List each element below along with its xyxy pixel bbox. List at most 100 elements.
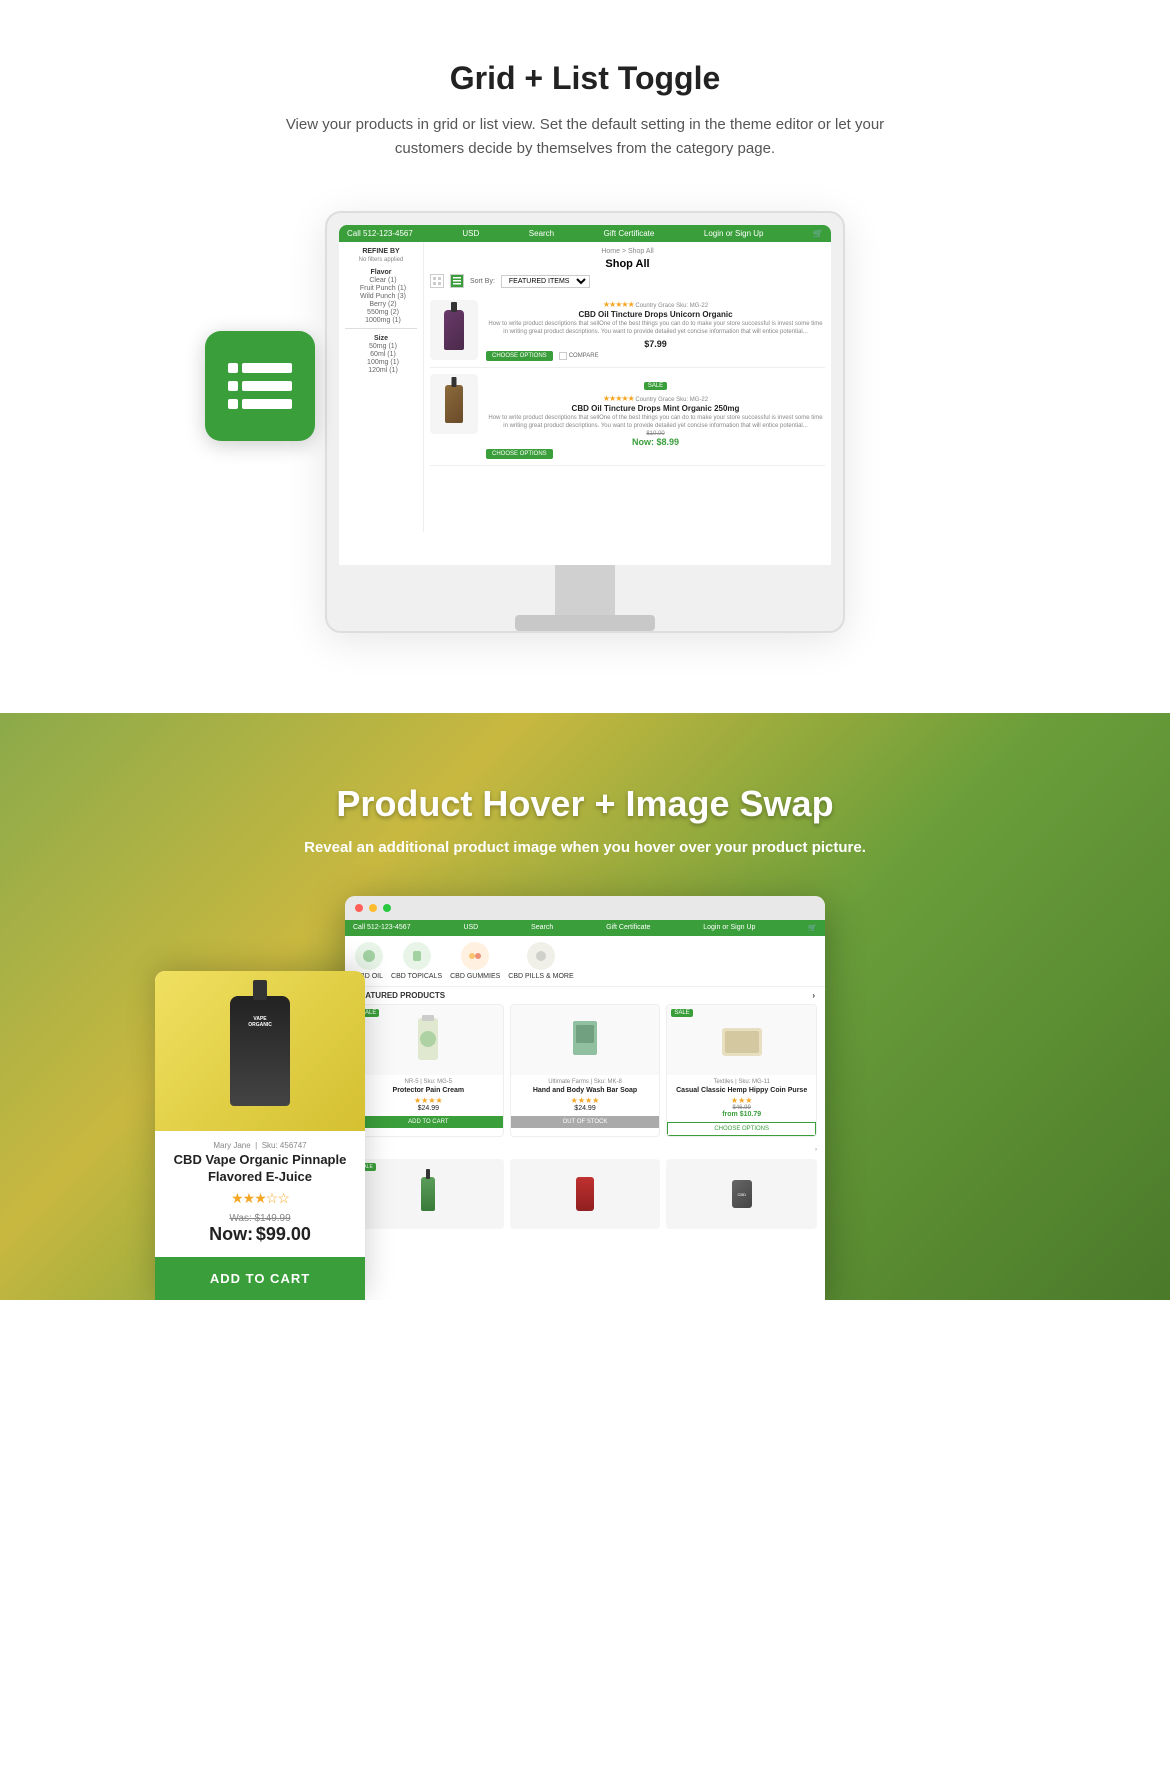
filter-item[interactable]: 50mg (1) (345, 343, 417, 350)
overlay-sku: Sku: 456747 (262, 1141, 307, 1150)
list-dot (228, 381, 238, 391)
grid-view-button[interactable] (430, 274, 444, 288)
sku: Sku: MG-22 (676, 397, 708, 403)
cat-icon-gummies (461, 942, 489, 970)
sku: Sku: MG-22 (676, 303, 708, 309)
product-price: $7.99 (486, 339, 825, 349)
product-meta: ★★★★★ Country Grace Sku: MG-22 (486, 394, 825, 403)
product-image (430, 374, 478, 434)
s2-login: Login or Sign Up (703, 924, 755, 932)
sort-select[interactable]: FEATURED ITEMS (501, 275, 590, 288)
s2-search: Search (531, 924, 553, 932)
list-row-3 (228, 399, 292, 409)
overlay-meta: Mary Jane | Sku: 456747 (167, 1141, 353, 1150)
list-view-button[interactable] (450, 274, 464, 288)
filter-item[interactable]: 60ml (1) (345, 351, 417, 358)
browser-dot-maximize (383, 904, 391, 912)
store-toolbar: Sort By: FEATURED ITEMS (430, 274, 825, 288)
monitor-stand-neck (555, 565, 615, 615)
list-dot (228, 363, 238, 373)
product-list-item: SALE ★★★★★ Country Grace Sku: MG-22 CBD … (430, 368, 825, 466)
bottle-illustration (444, 310, 464, 350)
browser-mockup: Call 512-123-4567 USD Search Gift Certif… (345, 896, 825, 1300)
vape-label: VAPEORGANIC (248, 1016, 272, 1028)
s2-cart-icon[interactable]: 🛒 (808, 924, 817, 932)
cart-icon[interactable]: 🛒 (813, 229, 823, 238)
filter-item[interactable]: Fruit Punch (1) (345, 285, 417, 292)
s2-product-card: Ultimate Farms | Sku: MK-8 Hand and Body… (510, 1004, 661, 1137)
shop-all-title: Shop All (430, 258, 825, 270)
product-description: How to write product descriptions that s… (486, 320, 825, 337)
monitor-wrapper: Call 512-123-4567 USD Search Gift Certif… (20, 211, 1150, 633)
browser-dot-minimize (369, 904, 377, 912)
list-toggle-badge (205, 331, 315, 441)
product-image-1: SALE (354, 1005, 503, 1075)
out-of-stock-btn: OUT OF STOCK (511, 1116, 660, 1128)
list-row-1 (228, 363, 292, 373)
add-to-cart-btn-1[interactable]: ADD TO CART (354, 1116, 503, 1128)
s2-bottom-row: SALE CBD (345, 1159, 825, 1229)
sort-label: Sort By: (470, 278, 495, 285)
cat-label: CBD GUMMIES (450, 973, 500, 980)
filter-item[interactable]: 550mg (2) (345, 309, 417, 316)
filter-item[interactable]: Wild Punch (3) (345, 293, 417, 300)
s2-product-card: SALE Textiles | Sku: MG-11 Casual Classi… (666, 1004, 817, 1137)
filter-item[interactable]: 100mg (1) (345, 359, 417, 366)
bottom-card-1: SALE (353, 1159, 504, 1229)
s2-phone: Call 512-123-4567 (353, 924, 411, 932)
product-description: How to write product descriptions that s… (486, 414, 825, 431)
section1-description: View your products in grid or list view.… (285, 113, 885, 161)
cat-cbd-pills[interactable]: CBD PILLS & MORE (508, 942, 573, 980)
cat-label: CBD PILLS & MORE (508, 973, 573, 980)
filter-item[interactable]: Berry (2) (345, 301, 417, 308)
size-label: Size (345, 335, 417, 342)
overlay-now-amount: $99.00 (256, 1224, 311, 1244)
product-name: CBD Oil Tincture Drops Mint Organic 250m… (486, 404, 825, 413)
filter-item[interactable]: Clear (1) (345, 277, 417, 284)
monitor-screen: Call 512-123-4567 USD Search Gift Certif… (339, 225, 831, 565)
vendor: Country Grace (635, 303, 674, 309)
store-login: Login or Sign Up (704, 229, 764, 238)
divider (345, 328, 417, 329)
next-arrow[interactable]: › (815, 1147, 817, 1153)
compare-box[interactable] (559, 352, 567, 360)
cat-icon-pills (527, 942, 555, 970)
choose-options-button[interactable]: CHOOSE OPTIONS (486, 449, 553, 459)
store-content: REFINE BY No filters applied Flavor Clea… (339, 242, 831, 532)
now-price: Now: $8.99 (486, 437, 825, 447)
filter-item[interactable]: 120ml (1) (345, 367, 417, 374)
product-name: CBD Oil Tincture Drops Unicorn Organic (486, 310, 825, 319)
flavor-label: Flavor (345, 269, 417, 276)
bottom-card-3: CBD (666, 1159, 817, 1229)
cat-cbd-gummies[interactable]: CBD GUMMIES (450, 942, 500, 980)
store-search: Search (529, 229, 554, 238)
filter-item[interactable]: 1000mg (1) (345, 317, 417, 324)
vendor-sku: Ultimate Farms | Sku: MK-8 (515, 1079, 656, 1085)
choose-options-btn-3[interactable]: CHOOSE OPTIONS (667, 1122, 816, 1136)
section-product-hover: Product Hover + Image Swap Reveal an add… (0, 713, 1170, 1300)
choose-options-button[interactable]: CHOOSE OPTIONS (486, 351, 553, 361)
filter-size: Size 50mg (1) 60ml (1) 100mg (1) 120ml (… (345, 335, 417, 374)
compare-checkbox[interactable]: COMPARE (559, 352, 599, 360)
product-meta: ★★★★★ Country Grace Sku: MG-22 (486, 300, 825, 309)
featured-bar: FEATURED PRODUCTS › (345, 987, 825, 1004)
list-dot (228, 399, 238, 409)
overlay-now-price: Now: $99.00 (167, 1224, 353, 1245)
list-bar (242, 399, 292, 409)
product-actions: CHOOSE OPTIONS COMPARE (486, 351, 825, 361)
overlay-now-label: Now: (209, 1224, 253, 1244)
browser-screen: Call 512-123-4567 USD Search Gift Certif… (345, 920, 825, 1300)
cat-cbd-topicals[interactable]: CBD TOPICALS (391, 942, 442, 980)
product-image-3: SALE (667, 1005, 816, 1075)
add-to-cart-button[interactable]: ADD TO CART (155, 1257, 365, 1300)
vendor: Country Grace (635, 397, 674, 403)
browser-dot-close (355, 904, 363, 912)
product-image-2 (511, 1005, 660, 1075)
product-name-1: Protector Pain Cream (358, 1087, 499, 1094)
stars-2: ★★★★ (515, 1096, 656, 1105)
product-info-1: NR-5 | Sku: MG-5 Protector Pain Cream ★★… (354, 1075, 503, 1116)
store-sidebar: REFINE BY No filters applied Flavor Clea… (339, 242, 424, 532)
product-name-3: Casual Classic Hemp Hippy Coin Purse (671, 1087, 812, 1094)
vendor-sku: Textiles | Sku: MG-11 (671, 1079, 812, 1085)
product-list-item: ★★★★★ Country Grace Sku: MG-22 CBD Oil T… (430, 294, 825, 368)
